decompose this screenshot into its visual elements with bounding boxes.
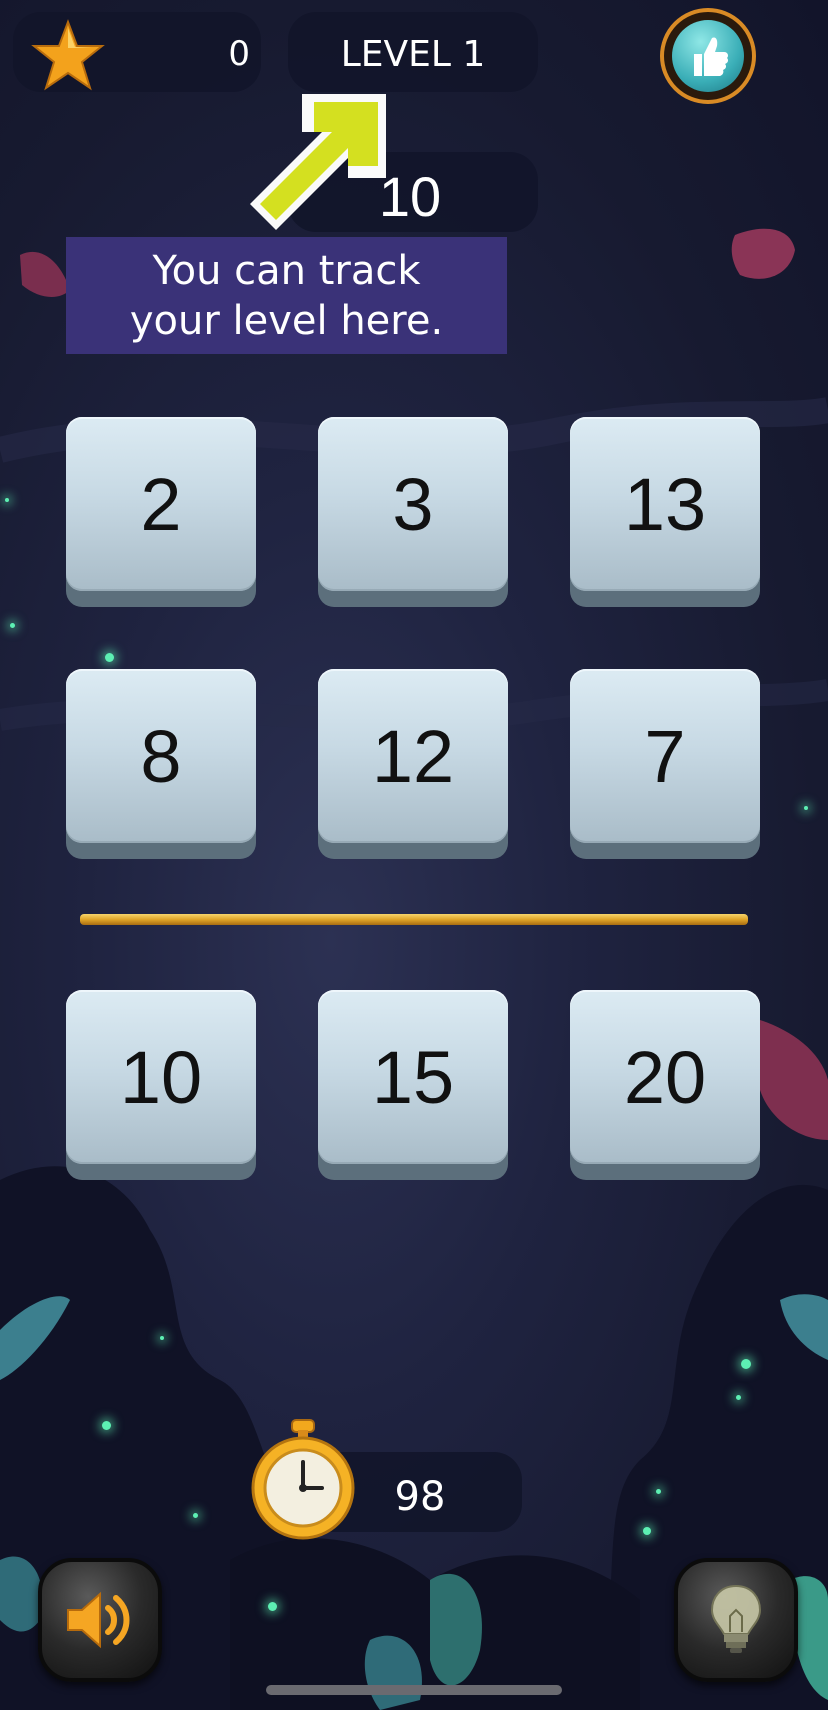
firefly (741, 1359, 751, 1369)
sound-button[interactable] (38, 1558, 162, 1682)
firefly (736, 1395, 741, 1400)
arrow-icon (250, 94, 386, 230)
stopwatch-icon (251, 1419, 355, 1540)
number-tile[interactable]: 7 (570, 669, 760, 859)
like-button[interactable] (660, 8, 756, 104)
answer-tile[interactable]: 15 (318, 990, 508, 1180)
firefly (643, 1527, 651, 1535)
number-tile[interactable]: 13 (570, 417, 760, 607)
timer-value: 98 (394, 1474, 446, 1520)
number-tile[interactable]: 2 (66, 417, 256, 607)
home-indicator[interactable] (266, 1685, 562, 1695)
tile-value: 2 (66, 417, 256, 591)
answer-tile[interactable]: 10 (66, 990, 256, 1180)
thumbs-up-icon (672, 20, 744, 92)
level-label: LEVEL 1 (340, 34, 486, 75)
tile-value: 7 (570, 669, 760, 843)
firefly (10, 623, 15, 628)
firefly (656, 1489, 661, 1494)
tutorial-tooltip: You can track your level here. (66, 237, 507, 354)
gold-divider (80, 914, 748, 925)
tile-value: 3 (318, 417, 508, 591)
answer-tile[interactable]: 20 (570, 990, 760, 1180)
hint-button[interactable] (674, 1558, 798, 1682)
tile-value: 20 (570, 990, 760, 1164)
firefly (105, 653, 114, 662)
tooltip-line-2: your level here. (129, 297, 444, 344)
firefly (268, 1602, 277, 1611)
tile-value: 12 (318, 669, 508, 843)
firefly (193, 1513, 198, 1518)
tile-value: 8 (66, 669, 256, 843)
tile-value: 13 (570, 417, 760, 591)
firefly (102, 1421, 111, 1430)
number-tile[interactable]: 3 (318, 417, 508, 607)
number-tile[interactable]: 12 (318, 669, 508, 859)
tile-value: 15 (318, 990, 508, 1164)
speaker-icon (67, 1591, 130, 1649)
firefly (804, 806, 808, 810)
star-icon (31, 19, 105, 91)
tile-value: 10 (66, 990, 256, 1164)
lightbulb-icon (710, 1584, 762, 1653)
number-tile[interactable]: 8 (66, 669, 256, 859)
firefly (5, 498, 9, 502)
firefly (160, 1336, 164, 1340)
tooltip-line-1: You can track (152, 247, 421, 294)
score-value: 0 (228, 34, 250, 74)
